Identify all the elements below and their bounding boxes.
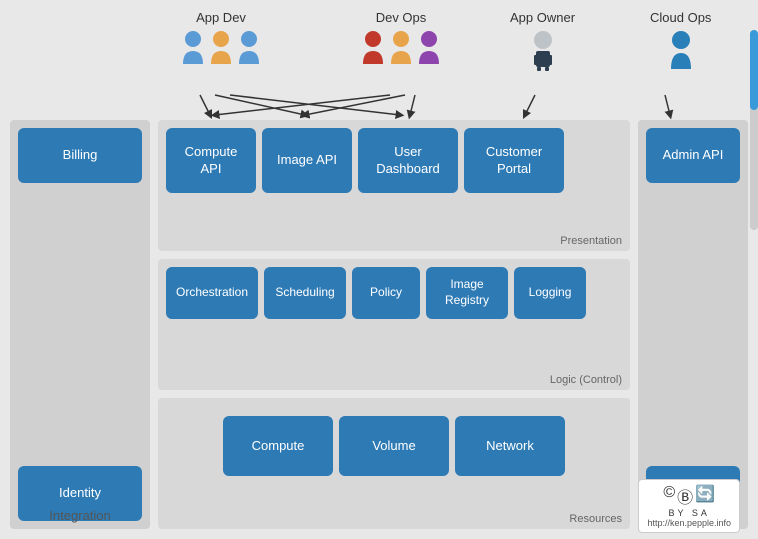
person-icon [236,29,262,67]
person-icon [416,29,442,67]
billing-box[interactable]: Billing [18,128,142,183]
cc-icon: © [663,484,675,508]
cc-by-sa-text: BY SA [647,508,731,518]
persona-icons-app-dev [180,29,262,67]
person-icon [208,29,234,67]
network-box[interactable]: Network [455,416,565,476]
cc-url: http://ken.pepple.info [647,518,731,528]
persona-label-dev-ops: Dev Ops [376,10,427,25]
person-icon [180,29,206,67]
cc-sa-icon: 🔄 [695,484,715,508]
persona-icons-app-owner [528,29,558,71]
columns-container: Billing Identity Integration ComputeAPI … [0,120,758,539]
scrollbar-thumb[interactable] [750,30,758,110]
logic-label: Logic (Control) [550,374,622,386]
orchestration-box[interactable]: Orchestration [166,267,258,319]
logic-boxes: Orchestration Scheduling Policy ImageReg… [166,267,622,335]
policy-box[interactable]: Policy [352,267,420,319]
cc-icons: © Ⓑ 🔄 [647,484,731,508]
center-column: ComputeAPI Image API UserDashboard Custo… [158,120,630,529]
persona-label-app-dev: App Dev [196,10,246,25]
persona-label-cloud-ops: Cloud Ops [650,10,711,25]
persona-app-owner: App Owner [510,10,575,71]
presentation-label: Presentation [560,235,622,247]
volume-box[interactable]: Volume [339,416,449,476]
persona-dev-ops: Dev Ops [360,10,442,67]
person-icon [360,29,386,67]
user-dashboard-box[interactable]: UserDashboard [358,128,458,193]
customer-portal-box[interactable]: CustomerPortal [464,128,564,193]
cc-license-box: © Ⓑ 🔄 BY SA http://ken.pepple.info [638,479,740,533]
presentation-boxes: ComputeAPI Image API UserDashboard Custo… [166,128,622,209]
person-icon [666,29,696,71]
image-api-box[interactable]: Image API [262,128,352,193]
persona-label-app-owner: App Owner [510,10,575,25]
scheduling-box[interactable]: Scheduling [264,267,346,319]
integration-column: Billing Identity Integration [10,120,150,529]
compute-box[interactable]: Compute [223,416,333,476]
cc-by-icon: Ⓑ [677,484,693,508]
persona-cloud-ops: Cloud Ops [650,10,711,71]
integration-label: Integration [10,508,150,523]
resources-label: Resources [569,513,622,525]
resources-boxes: Compute Volume Network [166,406,622,496]
persona-app-dev: App Dev [180,10,262,67]
persona-icons-dev-ops [360,29,442,67]
image-registry-box[interactable]: ImageRegistry [426,267,508,319]
main-container: App Dev [0,0,758,539]
scrollbar[interactable] [750,30,758,230]
person-icon [528,29,558,71]
logging-box[interactable]: Logging [514,267,586,319]
compute-api-box[interactable]: ComputeAPI [166,128,256,193]
logic-panel: Orchestration Scheduling Policy ImageReg… [158,259,630,390]
presentation-panel: ComputeAPI Image API UserDashboard Custo… [158,120,630,251]
personas-row: App Dev [0,0,758,110]
admin-api-box[interactable]: Admin API [646,128,740,183]
person-icon [388,29,414,67]
persona-icons-cloud-ops [666,29,696,71]
resources-panel: Compute Volume Network Resources [158,398,630,529]
management-column: Admin API Monitoring Management [638,120,748,529]
